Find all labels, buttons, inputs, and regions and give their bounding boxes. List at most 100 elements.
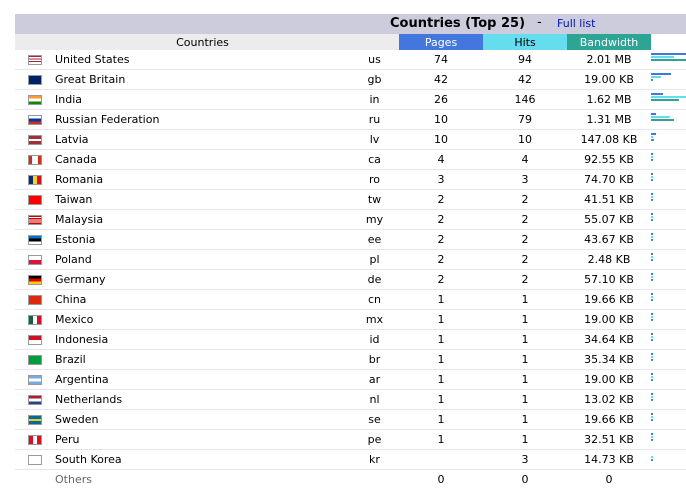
table-row: Romaniaro3374.70 KB [15,170,686,190]
bandwidth-bar [651,159,653,161]
ar-flag-icon [28,375,42,385]
pages-value: 74 [399,50,483,70]
table-row: Polandpl222.48 KB [15,250,686,270]
usage-bars [651,193,686,207]
bandwidth-value: 57.10 KB [567,270,651,290]
country-code: tw [350,190,399,210]
country-name: Argentina [55,370,350,390]
pages-bar [651,73,671,75]
usage-bars [651,53,686,67]
pages-bar [651,333,653,335]
bandwidth-value: 14.73 KB [567,450,651,470]
bandwidth-bar [651,379,653,381]
bandwidth-value: 2.48 KB [567,250,651,270]
usage-bars [651,413,686,427]
table-row: United Statesus74942.01 MB [15,50,686,70]
table-row: Taiwantw2241.51 KB [15,190,686,210]
bandwidth-value: 19.00 KB [567,370,651,390]
country-code: cn [350,290,399,310]
table-row: Malaysiamy2255.07 KB [15,210,686,230]
country-name: Estonia [55,230,350,250]
tw-flag-icon [28,195,42,205]
section-header: Countries (Top 25) - Full list [15,14,686,34]
usage-bars [651,353,686,367]
pages-value: 2 [399,250,483,270]
bandwidth-value: 74.70 KB [567,170,651,190]
pages-value: 2 [399,190,483,210]
gb-flag-icon [28,75,42,85]
bandwidth-bar [651,139,654,141]
pages-bar [651,253,653,255]
usage-bars [651,253,686,267]
nl-flag-icon [28,395,42,405]
country-name: United States [55,50,350,70]
ro-flag-icon [28,175,42,185]
country-code: se [350,410,399,430]
country-code: pl [350,250,399,270]
hits-value: 2 [483,230,567,250]
mx-flag-icon [28,315,42,325]
hits-bar [651,256,653,258]
usage-bars [651,73,686,87]
bandwidth-value: 1.31 MB [567,110,651,130]
hits-value: 94 [483,50,567,70]
country-name: Brazil [55,350,350,370]
bandwidth-bar [651,239,653,241]
bandwidth-bar [651,419,653,421]
country-code: nl [350,390,399,410]
hits-bar [651,76,661,78]
usage-bars [651,153,686,167]
others-pages: 0 [399,470,483,489]
col-header-countries: Countries [55,34,350,50]
pages-bar [651,353,653,355]
table-row: Mexicomx1119.00 KB [15,310,686,330]
bandwidth-value: 41.51 KB [567,190,651,210]
pages-bar [651,233,653,235]
pages-bar [651,113,656,115]
table-row: Latvialv1010147.08 KB [15,130,686,150]
hits-bar [651,196,653,198]
pages-value: 1 [399,350,483,370]
full-list-link[interactable]: Full list [557,17,595,30]
hits-value: 1 [483,430,567,450]
section-title: Countries (Top 25) [390,16,525,31]
country-name: Russian Federation [55,110,350,130]
hits-bar [651,236,653,238]
hits-bar [651,316,653,318]
table-row: Estoniaee2243.67 KB [15,230,686,250]
bandwidth-bar [651,299,653,301]
hits-value: 79 [483,110,567,130]
country-code: mx [350,310,399,330]
bandwidth-value: 32.51 KB [567,430,651,450]
table-row: Germanyde2257.10 KB [15,270,686,290]
country-name: China [55,290,350,310]
country-name: Germany [55,270,350,290]
pl-flag-icon [28,255,42,265]
hits-bar [651,136,653,138]
pages-value: 10 [399,130,483,150]
country-name: Mexico [55,310,350,330]
hits-value: 1 [483,410,567,430]
pages-bar [651,433,653,435]
hits-bar [651,416,653,418]
country-code: ro [350,170,399,190]
bandwidth-bar [651,319,653,321]
pages-value: 26 [399,90,483,110]
hits-value: 1 [483,370,567,390]
hits-value: 2 [483,270,567,290]
table-row: Indonesiaid1134.64 KB [15,330,686,350]
country-code: de [350,270,399,290]
usage-bars [651,393,686,407]
pages-value [399,450,483,470]
table-row: Great Britaingb424219.00 KB [15,70,686,90]
bandwidth-value: 2.01 MB [567,50,651,70]
table-row: Canadaca4492.55 KB [15,150,686,170]
br-flag-icon [28,355,42,365]
col-header-bandwidth: Bandwidth [567,34,651,50]
usage-bars [651,333,686,347]
country-code: gb [350,70,399,90]
table-row: Indiain261461.62 MB [15,90,686,110]
pages-value: 1 [399,330,483,350]
pages-value: 1 [399,370,483,390]
col-header-hits: Hits [483,34,567,50]
